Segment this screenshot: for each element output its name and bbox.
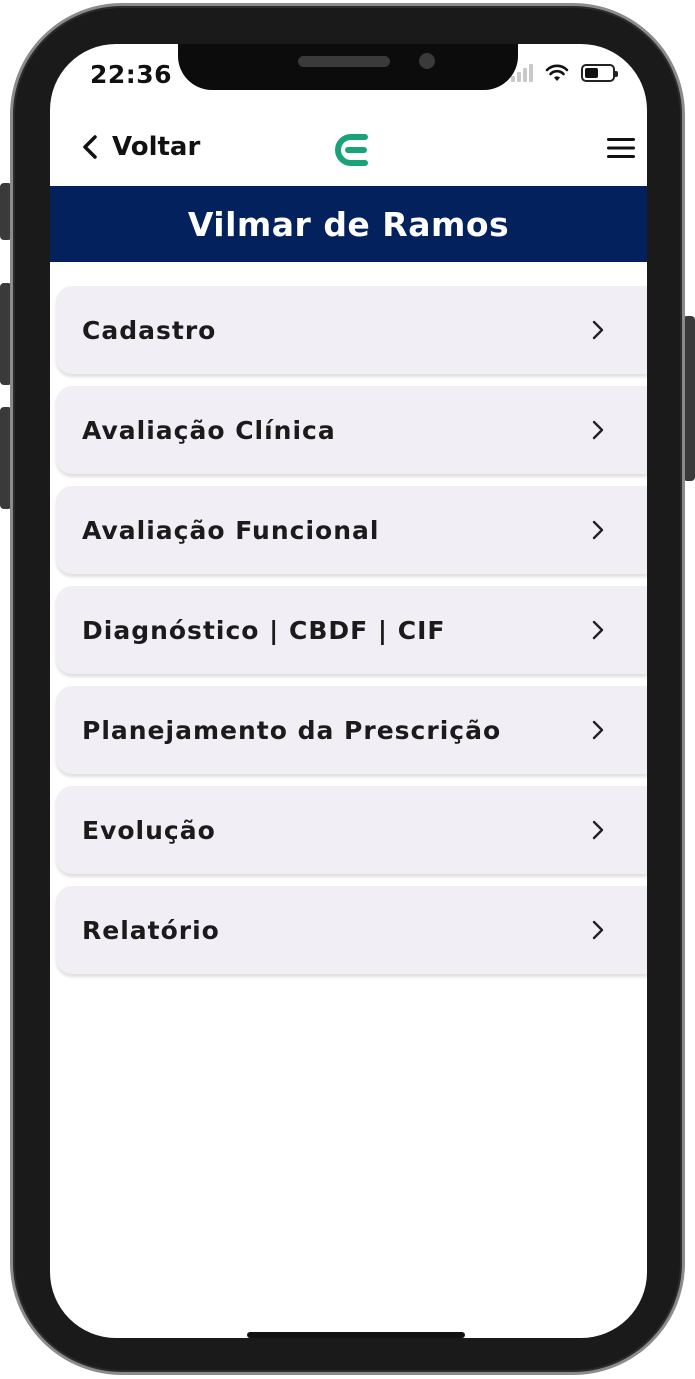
nav-bar: Voltar [50, 114, 647, 184]
speaker [298, 56, 390, 67]
hamburger-menu-icon[interactable] [605, 134, 637, 162]
chevron-right-icon [592, 920, 604, 940]
page-title: Vilmar de Ramos [187, 204, 510, 244]
menu-item-relatorio[interactable]: Relatório [56, 886, 647, 974]
menu-item-label: Relatório [82, 915, 220, 945]
menu-item-label: Evolução [82, 815, 216, 845]
phone-screen: 22:36 Voltar Vilmar de Ramos Cadastro Av… [50, 44, 647, 1338]
menu-item-avaliacao-clinica[interactable]: Avaliação Clínica [56, 386, 647, 474]
menu-item-label: Cadastro [82, 315, 217, 345]
signal-icon [511, 64, 533, 82]
phone-frame: 22:36 Voltar Vilmar de Ramos Cadastro Av… [10, 3, 685, 1375]
brand-logo-icon [335, 134, 368, 166]
front-camera [419, 53, 435, 69]
back-button[interactable]: Voltar [80, 132, 200, 162]
menu-item-label: Planejamento da Prescrição [82, 715, 502, 745]
menu-item-label: Diagnóstico | CBDF | CIF [82, 615, 446, 645]
chevron-left-icon [83, 135, 97, 159]
menu-item-label: Avaliação Funcional [82, 515, 380, 545]
chevron-right-icon [592, 320, 604, 340]
wifi-icon [545, 64, 569, 81]
menu-item-evolucao[interactable]: Evolução [56, 786, 647, 874]
status-time: 22:36 [90, 60, 173, 89]
status-icons [511, 64, 618, 82]
patient-header: Vilmar de Ramos [50, 186, 647, 262]
back-label: Voltar [112, 132, 201, 162]
chevron-right-icon [592, 420, 604, 440]
chevron-right-icon [592, 820, 604, 840]
menu-item-avaliacao-funcional[interactable]: Avaliação Funcional [56, 486, 647, 574]
menu-item-label: Avaliação Clínica [82, 415, 336, 445]
battery-icon [581, 64, 618, 82]
chevron-right-icon [592, 520, 604, 540]
chevron-right-icon [592, 620, 604, 640]
menu-item-diagnostico[interactable]: Diagnóstico | CBDF | CIF [56, 586, 647, 674]
chevron-right-icon [592, 720, 604, 740]
menu-item-cadastro[interactable]: Cadastro [56, 286, 647, 374]
menu-item-planejamento[interactable]: Planejamento da Prescrição [56, 686, 647, 774]
notch [178, 44, 518, 90]
section-menu-list: Cadastro Avaliação Clínica Avaliação Fun… [56, 286, 647, 986]
home-indicator[interactable] [247, 1332, 465, 1338]
